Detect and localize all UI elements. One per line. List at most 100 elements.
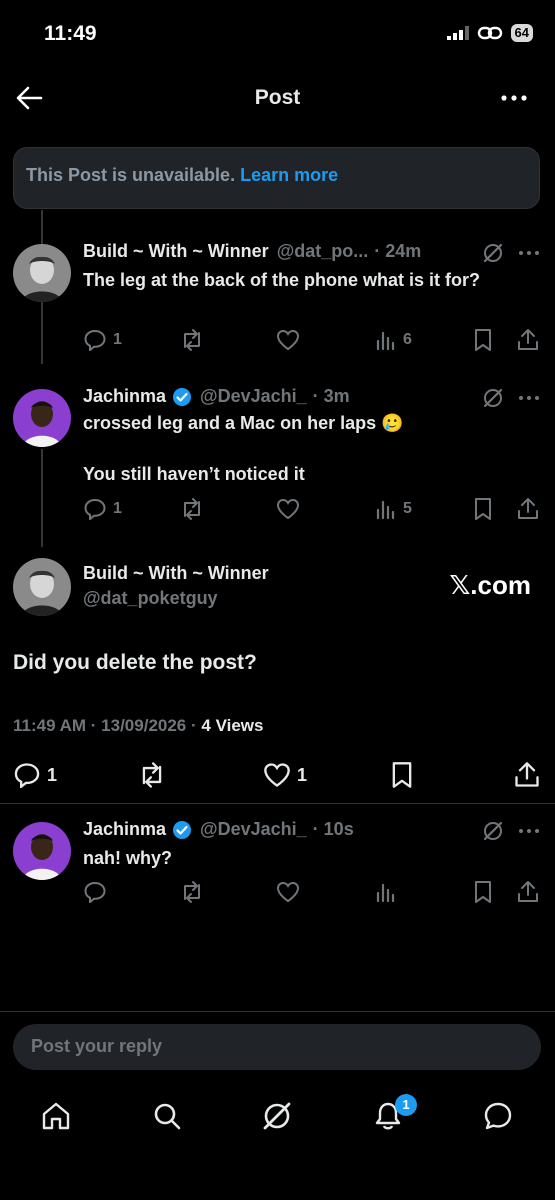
share-icon	[518, 329, 538, 350]
repost-button[interactable]	[137, 762, 167, 788]
more-options-icon[interactable]	[499, 86, 529, 110]
grok-icon[interactable]	[261, 1100, 293, 1132]
battery-indicator: 64	[510, 24, 533, 42]
verified-badge-icon	[173, 820, 192, 839]
views-label: Views	[215, 716, 264, 735]
share-button[interactable]	[516, 497, 540, 521]
status-icons: 64	[446, 24, 533, 42]
thread-line	[41, 210, 43, 244]
thread-line	[41, 449, 43, 547]
repost-button[interactable]	[179, 498, 205, 520]
post-text: crossed leg and a Mac on her laps 🥲	[83, 413, 404, 433]
reply-button[interactable]: 1	[83, 498, 122, 520]
author-handle[interactable]: @DevJachi_	[200, 819, 307, 840]
author-handle[interactable]: @dat_po...	[277, 241, 369, 262]
reply-icon	[84, 498, 106, 520]
author-handle[interactable]: @DevJachi_	[200, 386, 307, 407]
post-actions	[83, 880, 543, 904]
main-post-text: Did you delete the post?	[13, 651, 257, 674]
bookmark-button[interactable]	[472, 497, 494, 521]
like-button[interactable]	[276, 881, 300, 903]
views-count: 6	[403, 331, 412, 348]
status-time: 11:49	[44, 22, 97, 45]
share-icon	[518, 881, 538, 902]
author-name[interactable]: Jachinma	[83, 386, 166, 407]
post-time: · 10s	[312, 819, 354, 839]
like-button[interactable]	[276, 329, 300, 351]
grok-icon[interactable]	[482, 242, 504, 264]
bookmark-icon	[392, 762, 412, 788]
views-count: 4	[201, 716, 211, 735]
post-header: Jachinma @DevJachi_ · 3m	[83, 386, 483, 407]
learn-more-link[interactable]: Learn more	[240, 165, 338, 185]
like-count: 1	[297, 764, 308, 785]
link-icon	[477, 26, 502, 40]
grok-icon[interactable]	[482, 820, 504, 842]
post-more-icon[interactable]	[518, 395, 540, 401]
bookmark-icon	[475, 881, 491, 903]
bookmark-button[interactable]	[389, 761, 415, 789]
reply-button[interactable]: 1	[13, 762, 57, 788]
repost-icon	[184, 498, 200, 520]
reply-count: 1	[113, 500, 122, 517]
bookmark-icon	[475, 498, 491, 520]
share-button[interactable]	[516, 880, 540, 904]
verified-badge-icon	[173, 387, 192, 406]
post-time: · 3m	[312, 386, 350, 406]
author-name[interactable]: Jachinma	[83, 819, 166, 840]
views-button[interactable]: 5	[375, 498, 412, 520]
share-icon	[518, 498, 538, 519]
signal-icon	[446, 26, 469, 40]
heart-icon	[264, 763, 290, 787]
search-icon[interactable]	[151, 1100, 183, 1132]
page-title: Post	[254, 86, 301, 109]
share-icon	[515, 762, 539, 787]
share-button[interactable]	[513, 761, 541, 789]
repost-icon	[184, 881, 200, 903]
post-more-icon[interactable]	[518, 828, 540, 834]
main-post-actions: 1 1	[13, 761, 543, 789]
bookmark-icon	[475, 329, 491, 351]
views-button[interactable]: 6	[375, 329, 412, 351]
home-icon[interactable]	[40, 1100, 72, 1132]
author-name[interactable]: Build ~ With ~ Winner	[83, 241, 269, 262]
messages-icon[interactable]	[482, 1100, 514, 1132]
repost-button[interactable]	[179, 881, 205, 903]
post-header: Jachinma @DevJachi_ · 10s	[83, 819, 483, 840]
avatar[interactable]	[13, 244, 71, 302]
unavailable-notice: This Post is unavailable. Learn more	[13, 147, 540, 209]
like-button[interactable]: 1	[263, 762, 307, 788]
bookmark-button[interactable]	[472, 880, 494, 904]
repost-icon	[184, 329, 200, 351]
like-button[interactable]	[276, 498, 300, 520]
reply-count: 1	[47, 764, 58, 785]
views-button[interactable]	[375, 881, 397, 903]
thread-line	[41, 302, 43, 364]
reply-icon	[84, 329, 106, 351]
post-meta: 11:49 AM · 13/09/2026 · 4 Views	[13, 716, 263, 736]
reply-input[interactable]: Post your reply	[13, 1024, 541, 1070]
avatar[interactable]	[13, 822, 71, 880]
repost-icon	[142, 762, 162, 788]
divider	[0, 1011, 555, 1012]
post-timestamp: 11:49 AM · 13/09/2026 ·	[13, 716, 197, 735]
reply-button[interactable]: 1	[83, 329, 122, 351]
heart-icon	[276, 329, 300, 351]
share-button[interactable]	[516, 328, 540, 352]
notification-badge: 1	[395, 1094, 417, 1116]
avatar[interactable]	[13, 389, 71, 447]
author-handle[interactable]: @dat_poketguy	[83, 588, 218, 609]
views-icon	[376, 331, 395, 351]
repost-button[interactable]	[179, 329, 205, 351]
avatar[interactable]	[13, 558, 71, 616]
post-text: nah! why?	[83, 848, 172, 868]
post-text: You still haven’t noticed it	[83, 464, 305, 484]
divider	[0, 803, 555, 804]
watermark: 𝕏.com	[449, 570, 531, 600]
post-more-icon[interactable]	[518, 250, 540, 256]
reply-button[interactable]	[83, 881, 107, 903]
grok-icon[interactable]	[482, 387, 504, 409]
bookmark-button[interactable]	[472, 328, 494, 352]
author-name[interactable]: Build ~ With ~ Winner	[83, 563, 269, 584]
post-time: · 24m	[374, 241, 422, 261]
